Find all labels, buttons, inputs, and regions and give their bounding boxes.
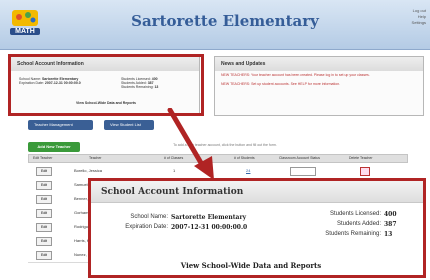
logo-icon (12, 10, 38, 26)
remaining-value-large: 13 (384, 231, 393, 238)
student-count-link[interactable]: 24 (246, 168, 250, 173)
add-new-teacher-button[interactable]: Add New Teacher (28, 142, 80, 152)
delete-teacher-button[interactable] (360, 167, 370, 176)
column-header: Teacher (89, 156, 102, 160)
added-label-large: Students Added: (336, 221, 381, 227)
callout-title: School Account Information (101, 187, 244, 197)
edit-teacher-button[interactable]: Edit (36, 167, 52, 176)
licensed-value-large: 400 (384, 211, 397, 218)
callout-arrow-icon (167, 108, 214, 180)
edit-teacher-button[interactable]: Edit (36, 223, 52, 232)
page-title: Sartorette Elementary (131, 12, 319, 30)
logo-label: MATH (10, 28, 40, 35)
settings-link[interactable]: Settings (378, 20, 426, 26)
expiration-label-large: Expiration Date: (125, 224, 168, 230)
view-data-link-large[interactable]: View School-Wide Data and Reports (151, 261, 351, 270)
math-logo[interactable]: MATH (10, 6, 40, 42)
edit-teacher-button[interactable]: Edit (36, 181, 52, 190)
add-teacher-note: To add a new teacher account, click the … (173, 143, 277, 147)
news-panel: News and Updates NEW TEACHERS: Your teac… (214, 56, 424, 116)
edit-teacher-button[interactable]: Edit (36, 237, 52, 246)
teacher-name: Borello, Jessica (74, 168, 103, 173)
edit-teacher-button[interactable]: Edit (36, 209, 52, 218)
added-value-large: 387 (384, 221, 397, 228)
news-item: NEW TEACHERS: Set up student accounts. S… (221, 82, 341, 86)
column-header: Edit Teacher (33, 156, 53, 160)
tab-teacher-management[interactable]: Teacher Management (28, 120, 93, 130)
news-item: NEW TEACHERS: Your teacher account has b… (221, 73, 370, 77)
highlight-frame-small (8, 54, 204, 116)
callout-header: School Account Information (91, 181, 423, 203)
tab-view-student-list[interactable]: View Student List (104, 120, 154, 130)
column-header: Classroom Account Status (279, 156, 321, 160)
news-title: News and Updates (215, 57, 423, 71)
header-links: Log out Help Settings (378, 8, 426, 26)
column-header: Delete Teacher (349, 156, 373, 160)
app-header: MATH Sartorette Elementary Log out Help … (0, 0, 430, 50)
licensed-label-large: Students Licensed: (329, 211, 381, 217)
expiration-value-large: 2007-12-31 00:00:00.0 (171, 224, 248, 231)
school-name-label-large: School Name: (130, 214, 168, 220)
school-name-value-large: Sartorette Elementary (171, 214, 247, 221)
edit-teacher-button[interactable]: Edit (36, 195, 52, 204)
column-header: # of Students (234, 156, 255, 160)
remaining-label-large: Students Remaining: (325, 231, 381, 237)
edit-teacher-button[interactable]: Edit (36, 251, 52, 260)
account-status-select[interactable] (290, 167, 316, 176)
account-info-callout: School Account Information School Name: … (91, 181, 423, 275)
